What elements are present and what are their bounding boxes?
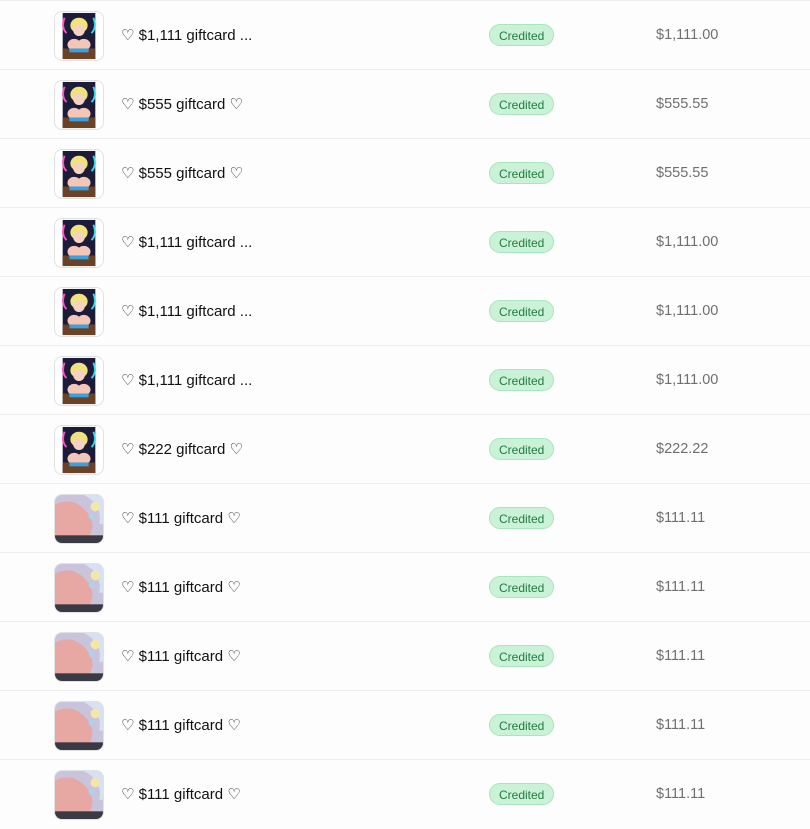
product-thumbnail[interactable] [54, 80, 104, 130]
status-badge: Credited [489, 438, 555, 460]
transaction-title[interactable]: ♡ $222 giftcard ♡ [121, 415, 243, 484]
product-thumbnail[interactable] [54, 11, 104, 61]
transaction-amount: $1,111.00 [656, 27, 719, 43]
status-badge: Credited [489, 231, 555, 253]
status-badge: Credited [489, 162, 555, 184]
transaction-title[interactable]: ♡ $1,111 giftcard ... [121, 346, 252, 415]
transaction-amount: $111.11 [656, 510, 706, 526]
status-badge: Credited [489, 93, 555, 115]
status-badge: Credited [489, 783, 555, 805]
transaction-title[interactable]: ♡ $1,111 giftcard ... [121, 277, 252, 346]
transaction-row-5[interactable]: ♡ $1,111 giftcard ... Credited $1,111.00 [0, 276, 810, 345]
status-badge: Credited [489, 300, 555, 322]
transaction-title[interactable]: ♡ $555 giftcard ♡ [121, 70, 243, 139]
transaction-amount: $222.22 [656, 441, 709, 457]
transaction-row-10[interactable]: ♡ $111 giftcard ♡ Credited $111.11 [0, 621, 810, 690]
transaction-amount: $555.55 [656, 96, 709, 112]
transaction-row-11[interactable]: ♡ $111 giftcard ♡ Credited $111.11 [0, 690, 810, 759]
transaction-title[interactable]: ♡ $111 giftcard ♡ [121, 691, 241, 760]
product-thumbnail[interactable] [54, 425, 104, 475]
transaction-title[interactable]: ♡ $111 giftcard ♡ [121, 622, 241, 691]
product-thumbnail[interactable] [54, 287, 104, 337]
product-thumbnail[interactable] [54, 494, 104, 544]
status-badge: Credited [489, 714, 555, 736]
product-thumbnail[interactable] [54, 632, 104, 682]
transaction-title[interactable]: ♡ $111 giftcard ♡ [121, 484, 241, 553]
product-thumbnail[interactable] [54, 770, 104, 820]
anime-art-dark-image [62, 357, 96, 405]
transaction-row-9[interactable]: ♡ $111 giftcard ♡ Credited $111.11 [0, 552, 810, 621]
transaction-list: ♡ $1,111 giftcard ... Credited $1,111.00… [0, 0, 810, 828]
product-thumbnail[interactable] [54, 563, 104, 613]
anime-art-dark-image [62, 81, 96, 129]
transaction-amount: $1,111.00 [656, 234, 719, 250]
transaction-amount: $1,111.00 [656, 303, 719, 319]
transaction-amount: $111.11 [656, 717, 706, 733]
transaction-row-4[interactable]: ♡ $1,111 giftcard ... Credited $1,111.00 [0, 207, 810, 276]
transaction-row-3[interactable]: ♡ $555 giftcard ♡ Credited $555.55 [0, 138, 810, 207]
transaction-amount: $1,111.00 [656, 372, 719, 388]
transaction-row-6[interactable]: ♡ $1,111 giftcard ... Credited $1,111.00 [0, 345, 810, 414]
transaction-amount: $555.55 [656, 165, 709, 181]
transaction-title[interactable]: ♡ $111 giftcard ♡ [121, 760, 241, 829]
anime-art-pink-image [55, 495, 103, 543]
status-badge: Credited [489, 576, 555, 598]
status-badge: Credited [489, 507, 555, 529]
product-thumbnail[interactable] [54, 356, 104, 406]
transaction-amount: $111.11 [656, 786, 706, 802]
anime-art-pink-image [55, 771, 103, 819]
anime-art-dark-image [62, 12, 96, 60]
anime-art-pink-image [55, 702, 103, 750]
transaction-row-1[interactable]: ♡ $1,111 giftcard ... Credited $1,111.00 [0, 0, 810, 69]
transaction-title[interactable]: ♡ $1,111 giftcard ... [121, 1, 252, 70]
anime-art-dark-image [62, 219, 96, 267]
anime-art-pink-image [55, 633, 103, 681]
transaction-row-2[interactable]: ♡ $555 giftcard ♡ Credited $555.55 [0, 69, 810, 138]
transaction-title[interactable]: ♡ $111 giftcard ♡ [121, 553, 241, 622]
product-thumbnail[interactable] [54, 149, 104, 199]
status-badge: Credited [489, 24, 555, 46]
transaction-amount: $111.11 [656, 648, 706, 664]
transaction-row-12[interactable]: ♡ $111 giftcard ♡ Credited $111.11 [0, 759, 810, 828]
transaction-title[interactable]: ♡ $555 giftcard ♡ [121, 139, 243, 208]
anime-art-pink-image [55, 564, 103, 612]
transaction-title[interactable]: ♡ $1,111 giftcard ... [121, 208, 252, 277]
product-thumbnail[interactable] [54, 701, 104, 751]
transaction-row-7[interactable]: ♡ $222 giftcard ♡ Credited $222.22 [0, 414, 810, 483]
anime-art-dark-image [62, 426, 96, 474]
product-thumbnail[interactable] [54, 218, 104, 268]
transaction-amount: $111.11 [656, 579, 706, 595]
status-badge: Credited [489, 369, 555, 391]
anime-art-dark-image [62, 150, 96, 198]
transaction-row-8[interactable]: ♡ $111 giftcard ♡ Credited $111.11 [0, 483, 810, 552]
status-badge: Credited [489, 645, 555, 667]
anime-art-dark-image [62, 288, 96, 336]
